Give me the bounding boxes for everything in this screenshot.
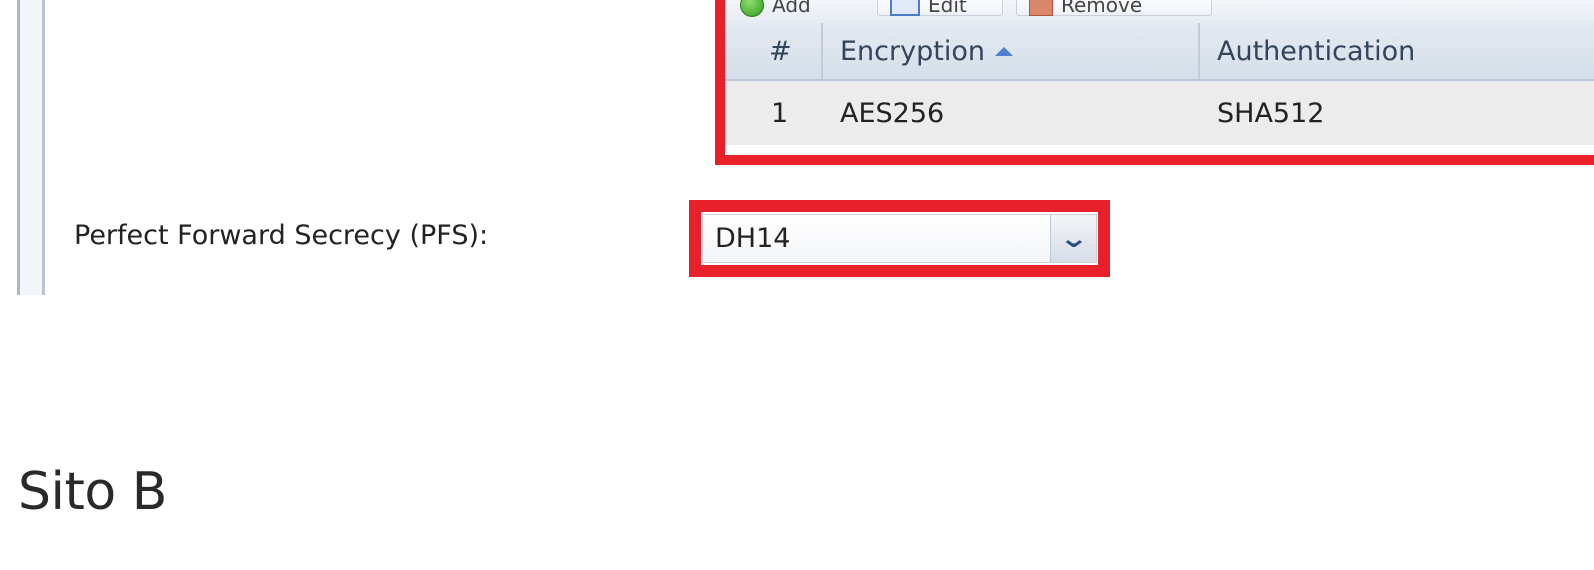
column-header-number-label: # (769, 35, 792, 67)
cell-encryption: AES256 (840, 97, 945, 129)
column-separator[interactable] (1198, 23, 1200, 79)
column-header-authentication-label: Authentication (1217, 35, 1416, 67)
panel-border-inner (42, 0, 45, 295)
pfs-select[interactable]: DH14 ⌄ (702, 214, 1097, 263)
edit-icon (890, 0, 920, 16)
sort-ascending-icon (994, 46, 1013, 56)
chevron-down-icon: ⌄ (1058, 223, 1089, 254)
add-button[interactable]: Add (733, 0, 824, 17)
column-separator[interactable] (821, 23, 823, 79)
cell-authentication: SHA512 (1217, 97, 1325, 129)
proposal-grid-highlight: Add Edit Remove # Encryption Authenticat… (715, 0, 1594, 165)
add-button-label: Add (772, 0, 811, 17)
add-icon (740, 0, 764, 17)
pfs-dropdown-button[interactable]: ⌄ (1050, 215, 1096, 262)
table-row[interactable]: 1 AES256 SHA512 (725, 81, 1594, 145)
remove-button-label: Remove (1061, 0, 1143, 17)
pfs-label: Perfect Forward Secrecy (PFS): (74, 220, 489, 251)
edit-button-label: Edit (928, 0, 967, 17)
remove-icon (1029, 0, 1053, 16)
edit-button[interactable]: Edit (877, 0, 1003, 17)
panel-gutter (20, 0, 42, 295)
cell-number: 1 (771, 97, 789, 129)
page: Add Edit Remove # Encryption Authenticat… (0, 0, 1594, 570)
remove-button[interactable]: Remove (1016, 0, 1212, 17)
column-header-encryption-label: Encryption (840, 35, 985, 67)
section-heading: Sito B (18, 462, 167, 522)
column-header-encryption[interactable]: Encryption (840, 23, 1013, 79)
table-header: # Encryption Authentication (725, 23, 1594, 81)
settings-panel: Add Edit Remove # Encryption Authenticat… (0, 0, 1594, 295)
pfs-select-value: DH14 (715, 223, 791, 254)
pfs-select-highlight: DH14 ⌄ (689, 200, 1110, 277)
grid-toolbar: Add Edit Remove (725, 0, 1594, 24)
column-header-authentication[interactable]: Authentication (1217, 23, 1415, 79)
column-header-number[interactable]: # (769, 23, 792, 79)
